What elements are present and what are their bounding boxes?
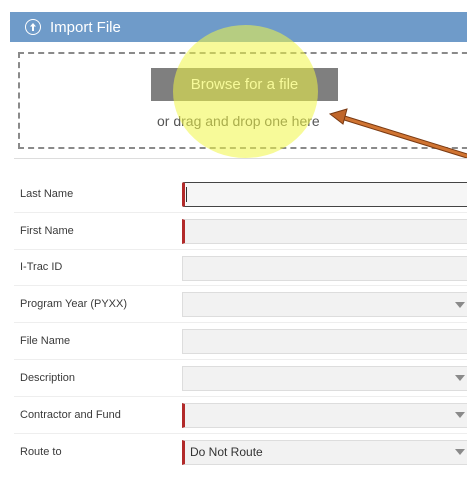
contractor-fund-select[interactable] (182, 402, 467, 428)
itrac-id-input[interactable] (182, 255, 467, 281)
form-row-itrac-id: I-Trac ID (14, 250, 467, 287)
route-to-select[interactable]: Do Not Route (182, 439, 467, 465)
chevron-down-icon[interactable] (449, 404, 467, 427)
description-label: Description (20, 371, 76, 384)
form-row-file-name: File Name (14, 323, 467, 360)
chevron-down-icon[interactable] (449, 441, 467, 464)
program-year-select[interactable] (182, 292, 467, 318)
form-row-last-name: Last Name (14, 176, 467, 213)
upload-icon (25, 19, 41, 35)
file-name-label: File Name (20, 335, 71, 348)
chevron-down-icon[interactable] (449, 367, 467, 390)
form-row-first-name: First Name (14, 213, 467, 250)
route-to-label: Route to (20, 445, 62, 458)
drag-drop-hint: or drag and drop one here (157, 113, 320, 129)
dialog-title: Import File (50, 18, 121, 36)
dialog-header: Import File (10, 12, 467, 42)
itrac-id-label: I-Trac ID (20, 261, 63, 274)
text-cursor (186, 187, 187, 202)
form-row-contractor-fund: Contractor and Fund (14, 397, 467, 434)
program-year-label: Program Year (PYXX) (20, 298, 127, 311)
import-form: Last Name First Name I-Trac ID Program Y… (14, 176, 467, 470)
divider (14, 158, 467, 159)
chevron-down-icon[interactable] (449, 293, 467, 316)
first-name-label: First Name (20, 224, 74, 237)
first-name-input[interactable] (182, 218, 467, 244)
route-to-value: Do Not Route (190, 445, 263, 460)
last-name-label: Last Name (20, 187, 74, 200)
last-name-input[interactable] (182, 182, 467, 207)
browse-file-button[interactable]: Browse for a file (151, 68, 338, 101)
file-name-input[interactable] (182, 329, 467, 355)
contractor-fund-label: Contractor and Fund (20, 408, 121, 421)
form-row-description: Description (14, 360, 467, 397)
form-row-program-year: Program Year (PYXX) (14, 286, 467, 324)
description-select[interactable] (182, 365, 467, 391)
form-row-route-to: Route to Do Not Route (14, 434, 467, 471)
